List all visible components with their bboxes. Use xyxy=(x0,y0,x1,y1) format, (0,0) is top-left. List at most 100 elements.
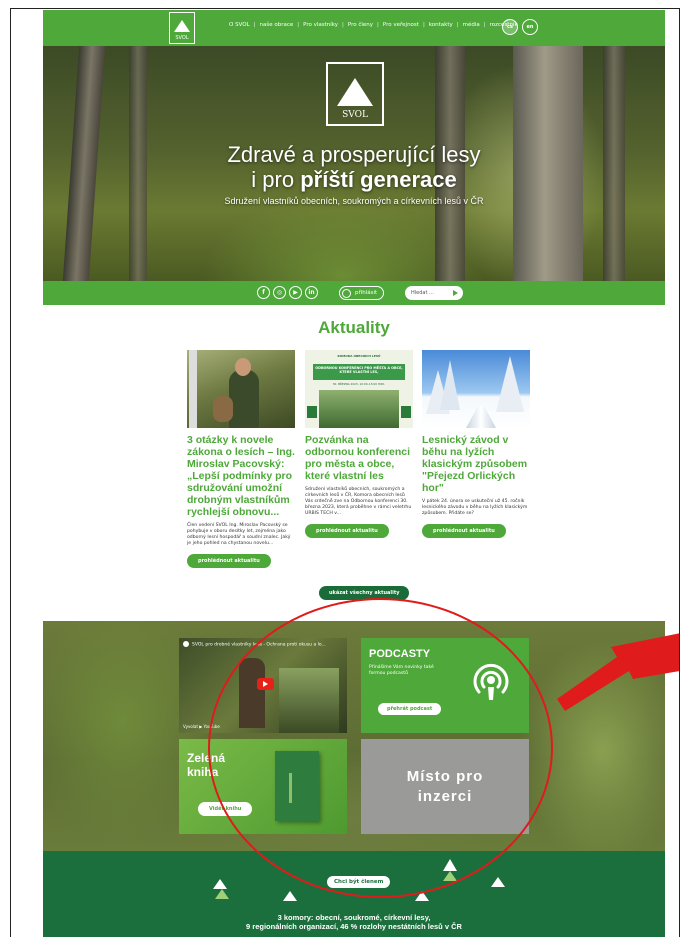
poster-header: KOMORA OBECNÍCH LESŮ xyxy=(337,354,381,358)
hero-logo: SVOL xyxy=(326,62,384,126)
tree-icon xyxy=(443,859,457,871)
tree-icon xyxy=(415,891,429,901)
login-label: přihlásit xyxy=(355,290,378,296)
tree-icon xyxy=(491,877,505,887)
nav-item-kontakty[interactable]: kontakty xyxy=(429,22,453,28)
poster-date: 30. BŘEZNA 2023, 10:00–15:00 HOD. xyxy=(332,382,386,386)
news-card: KOMORA OBECNÍCH LESŮ ODBORNOU KONFERENCI… xyxy=(305,350,413,538)
nav-item-pro-verejnost[interactable]: Pro veřejnost xyxy=(383,22,419,28)
instagram-icon[interactable]: ◎ xyxy=(273,286,286,299)
menu-separator: | xyxy=(377,22,379,28)
snowy-tree xyxy=(496,356,524,412)
tree-logo-icon xyxy=(174,20,190,32)
tree-icon xyxy=(213,879,227,889)
view-news-button[interactable]: prohlédnout aktualitu xyxy=(422,524,506,538)
ad-space: Místo pro inzerci xyxy=(361,739,529,834)
nav-item-pro-cleny[interactable]: Pro členy xyxy=(348,22,373,28)
poster-logo-right xyxy=(401,406,411,418)
video-person xyxy=(239,658,265,728)
news-image-conference[interactable]: KOMORA OBECNÍCH LESŮ ODBORNOU KONFERENCI… xyxy=(305,350,413,428)
view-news-button[interactable]: prohlédnout aktualitu xyxy=(305,524,389,538)
news-card-text: Sdružení vlastníků obecních, soukromých … xyxy=(305,487,412,516)
hero-title: Zdravé a prosperující lesy i pro příští … xyxy=(43,142,665,192)
lang-en-button[interactable]: en xyxy=(522,19,538,35)
linkedin-icon[interactable]: in xyxy=(305,286,318,299)
nav-item-nase-obrace[interactable]: naše obrace xyxy=(260,22,294,28)
footer-stats-line1: 3 komory: obecní, soukromé, církevní les… xyxy=(277,913,431,922)
podcast-title: PODCASTY xyxy=(369,648,431,660)
news-image-ski-race[interactable] xyxy=(422,350,530,428)
tree-icon xyxy=(283,891,297,901)
website: SVOL O SVOL | naše obrace | Pro vlastníky |… xyxy=(43,10,665,937)
video-embed[interactable]: SVOL pro drobné vlastníky lesa - Ochrana… xyxy=(179,638,347,733)
menu-separator: | xyxy=(456,22,459,28)
menu-separator: | xyxy=(483,22,486,28)
ski-track xyxy=(466,406,496,428)
search-placeholder: Hledat ... xyxy=(411,290,434,296)
news-card-title[interactable]: 3 otázky k novele zákona o lesích – Ing.… xyxy=(187,434,295,518)
search-arrow-icon[interactable] xyxy=(453,290,458,296)
green-book-title: Zelená kniha xyxy=(187,751,226,779)
top-navigation: SVOL O SVOL | naše obrace | Pro vlastníky |… xyxy=(43,10,665,46)
search-input[interactable]: Hledat ... xyxy=(405,286,463,300)
menu-separator: | xyxy=(297,22,300,28)
site-logo[interactable]: SVOL xyxy=(169,12,195,44)
green-book-tile: Zelená kniha Vidět knihu xyxy=(179,739,347,834)
hero-banner: SVOL Zdravé a prosperující lesy i pro př… xyxy=(43,46,665,281)
birch-trunk xyxy=(189,350,197,428)
hero-title-line2: i pro příští generace xyxy=(43,167,665,192)
news-image-interview[interactable] xyxy=(187,350,295,428)
podcast-tile: PODCASTY Přinášíme Vám novinky také form… xyxy=(361,638,529,733)
site-logo-text: SVOL xyxy=(175,35,189,41)
membership-footer: Chci být členem 3 komory: obecní, soukro… xyxy=(43,851,665,937)
menu-separator: | xyxy=(422,22,425,28)
podcast-text: Přinášíme Vám novinky také formou podcas… xyxy=(369,665,434,676)
hero-subtitle: Sdružení vlastníků obecních, soukromých … xyxy=(224,196,484,206)
lang-cs-button[interactable]: cs xyxy=(502,19,518,35)
social-bar: f ◎ ▶ in přihlásit Hledat ... xyxy=(43,281,665,305)
news-card-text: V pátek 24. února se uskuteční už 45. ro… xyxy=(422,499,528,516)
news-card: 3 otázky k novele zákona o lesích – Ing.… xyxy=(187,350,295,568)
poster-banner: ODBORNOU KONFERENCI PRO MĚSTA A OBCE, KT… xyxy=(313,364,405,380)
become-member-button[interactable]: Chci být členem xyxy=(327,876,391,888)
user-icon xyxy=(342,288,351,298)
nav-item-pro-vlastniky[interactable]: Pro vlastníky xyxy=(303,22,338,28)
footer-stats: 3 komory: obecní, soukromé, církevní les… xyxy=(43,913,665,931)
hero-title-line1: Zdravé a prosperující lesy xyxy=(227,142,481,167)
nav-item-o-svol[interactable]: O SVOL xyxy=(229,22,250,28)
person-figure xyxy=(229,370,259,428)
login-button[interactable]: přihlásit xyxy=(339,286,385,300)
news-card-title[interactable]: Pozvánka na odbornou konferenci pro měst… xyxy=(305,434,413,482)
podcast-icon xyxy=(473,663,509,700)
news-section-title: Aktuality xyxy=(318,318,390,337)
menu-separator: | xyxy=(342,22,344,28)
view-news-button[interactable]: prohlédnout aktualitu xyxy=(187,554,271,568)
tree-icon xyxy=(215,889,229,899)
poster-forest xyxy=(319,390,399,428)
footer-stats-line2: 9 regionálních organizací, 46 % rozlohy … xyxy=(246,922,462,931)
play-podcast-button[interactable]: přehrát podcast xyxy=(378,703,442,715)
hero-title-bold: příští generace xyxy=(300,167,457,192)
main-menu: O SVOL | naše obrace | Pro vlastníky | Pro … xyxy=(229,22,518,28)
tree-logo-icon xyxy=(337,78,373,106)
book-cover-image[interactable] xyxy=(275,751,319,821)
facebook-icon[interactable]: f xyxy=(257,286,270,299)
dog-figure xyxy=(213,396,233,422)
video-title[interactable]: SVOL pro drobné vlastníky lesa - Ochrana… xyxy=(183,641,326,648)
promo-section: SVOL pro drobné vlastníky lesa - Ochrana… xyxy=(43,621,665,851)
youtube-watch-label[interactable]: Vyvolat ▶ YouTube xyxy=(183,724,220,729)
person-head xyxy=(235,358,251,376)
page-frame: SVOL O SVOL | naše obrace | Pro vlastníky |… xyxy=(10,8,680,937)
youtube-icon[interactable]: ▶ xyxy=(289,286,302,299)
news-card: Lesnický závod v běhu na lyžích klasický… xyxy=(422,350,530,538)
nav-item-media[interactable]: média xyxy=(463,22,480,28)
menu-separator: | xyxy=(253,22,256,28)
snowy-tree xyxy=(440,360,460,410)
view-book-button[interactable]: Vidět knihu xyxy=(198,802,253,816)
show-all-news-button[interactable]: ukázat všechny aktuality xyxy=(319,586,410,600)
play-icon[interactable] xyxy=(257,678,274,690)
news-card-title[interactable]: Lesnický závod v běhu na lyžích klasický… xyxy=(422,434,530,494)
hero-title-prefix: i pro xyxy=(251,167,301,192)
ad-space-text: Místo pro inzerci xyxy=(406,767,484,805)
video-trees xyxy=(279,668,339,733)
